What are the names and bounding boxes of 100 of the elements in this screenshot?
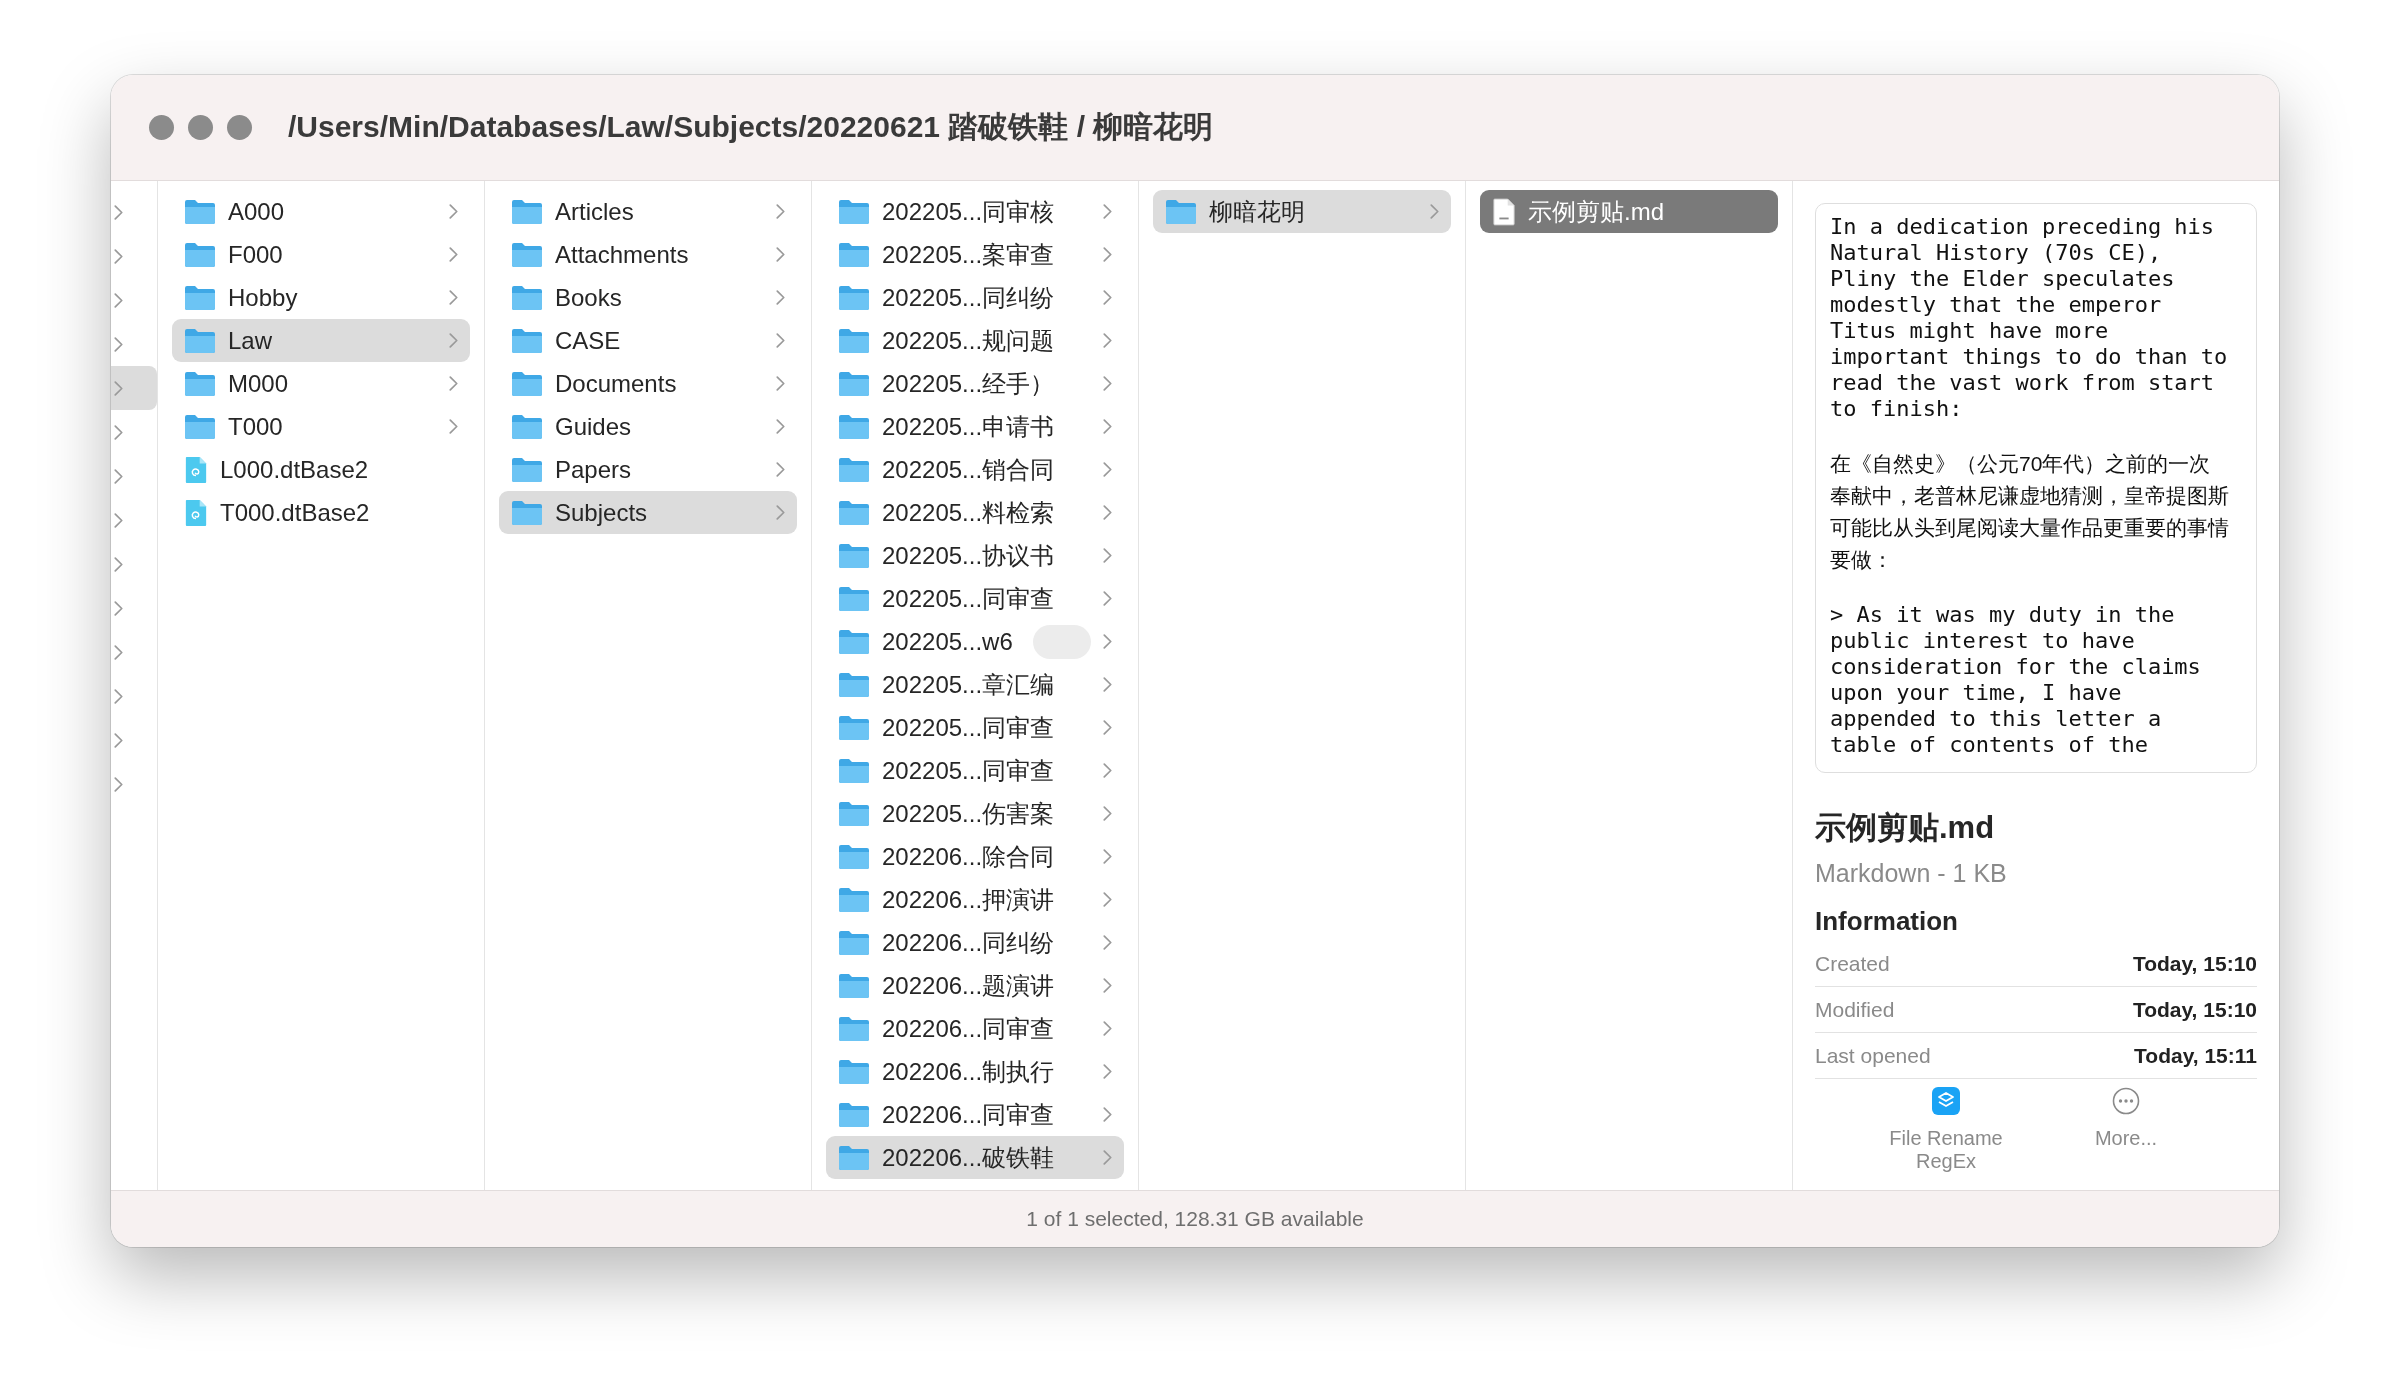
- chevron-icon: [114, 424, 123, 440]
- browser-row[interactable]: 202205...销合同: [826, 448, 1124, 491]
- browser-row[interactable]: 202205...申请书: [826, 405, 1124, 448]
- browser-row[interactable]: 202206...题演讲: [826, 964, 1124, 1007]
- chevron-icon: [1430, 204, 1439, 219]
- browser-row[interactable]: 202206...制执行: [826, 1050, 1124, 1093]
- folder-icon: [184, 413, 216, 440]
- browser-row[interactable]: CASE: [499, 319, 797, 362]
- browser-row[interactable]: 202205...经手）: [826, 362, 1124, 405]
- status-bar: 1 of 1 selected, 128.31 GB available: [111, 1190, 2279, 1247]
- browser-row[interactable]: 202205...协议书: [826, 534, 1124, 577]
- chevron-icon: [114, 512, 123, 528]
- chevron-icon: [1103, 806, 1112, 821]
- browser-row[interactable]: 202205...同审核: [826, 190, 1124, 233]
- browser-row[interactable]: 202205...w6: [826, 620, 1124, 663]
- chevron-icon: [1103, 419, 1112, 434]
- folder-icon: [838, 843, 870, 870]
- browser-row[interactable]: 202206...同审查: [826, 1007, 1124, 1050]
- chevron-icon: [449, 247, 458, 262]
- chevron-icon: [114, 776, 123, 792]
- chevron-icon: [1103, 935, 1112, 950]
- folder-icon: [838, 327, 870, 354]
- info-label: Last opened: [1815, 1043, 1931, 1068]
- browser-row[interactable]: 202205...案审查: [826, 233, 1124, 276]
- chevron-icon: [114, 732, 123, 748]
- window-title: /Users/Min/Databases/Law/Subjects/20220621 踏破铁鞋 / 柳暗花明: [288, 109, 1214, 145]
- folder-icon: [184, 198, 216, 225]
- folder-icon: [1165, 198, 1197, 225]
- browser-row[interactable]: 202205...规问题: [826, 319, 1124, 362]
- chevron-icon: [776, 419, 785, 434]
- folder-icon: [838, 972, 870, 999]
- chevron-icon: [1103, 849, 1112, 864]
- database-file-icon: [184, 498, 208, 527]
- browser-row[interactable]: 202206...同审查: [826, 1093, 1124, 1136]
- chevron-icon: [1103, 290, 1112, 305]
- preview-paragraph: 在《自然史》（公元70年代）之前的一次奉献中，老普林尼谦虚地猜测，皇帝提图斯可能比从头到尾阅读大量作品更重要的事情要做：: [1830, 451, 2229, 573]
- browser-row[interactable]: 202206...破铁鞋: [826, 1136, 1124, 1179]
- browser-row[interactable]: Papers: [499, 448, 797, 491]
- browser-row[interactable]: M000: [172, 362, 470, 405]
- browser-row[interactable]: 202205...同纠纷: [826, 276, 1124, 319]
- close-button[interactable]: [149, 115, 174, 140]
- file-name: 示例剪贴.md: [1815, 809, 1996, 847]
- info-value: Today, 15:11: [2134, 1043, 2257, 1068]
- folder-icon: [838, 1058, 870, 1085]
- folder-icon: [184, 241, 216, 268]
- browser-row[interactable]: Subjects: [499, 491, 797, 534]
- chevron-icon: [776, 376, 785, 391]
- folder-icon: [838, 1015, 870, 1042]
- browser-row[interactable]: 202206...押演讲: [826, 878, 1124, 921]
- browser-row[interactable]: T000: [172, 405, 470, 448]
- document-icon: [1492, 197, 1516, 226]
- info-value: Today, 15:10: [2132, 951, 2257, 976]
- browser-row[interactable]: 202205...同审查: [826, 706, 1124, 749]
- parent-row[interactable]: [111, 366, 157, 410]
- folder-icon: [184, 284, 216, 311]
- zoom-button[interactable]: [227, 115, 252, 140]
- browser-row[interactable]: 示例剪贴.md: [1480, 190, 1778, 233]
- chevron-icon: [776, 462, 785, 477]
- browser-row[interactable]: A000: [172, 190, 470, 233]
- folder-icon: [838, 456, 870, 483]
- minimize-button[interactable]: [188, 115, 213, 140]
- browser-row[interactable]: L000.dtBase2: [172, 448, 470, 491]
- browser-row[interactable]: Documents: [499, 362, 797, 405]
- chevron-icon: [114, 204, 123, 220]
- chevron-icon: [1103, 462, 1112, 477]
- browser-row[interactable]: T000.dtBase2: [172, 491, 470, 534]
- chevron-icon: [449, 376, 458, 391]
- chevron-icon: [1103, 1150, 1112, 1165]
- chevron-icon: [1103, 548, 1112, 563]
- browser-row[interactable]: Guides: [499, 405, 797, 448]
- chevron-icon: [449, 204, 458, 219]
- folder-icon: [838, 413, 870, 440]
- folder-icon: [838, 370, 870, 397]
- folder-icon: [511, 198, 543, 225]
- browser-row[interactable]: 202205...伤害案: [826, 792, 1124, 835]
- folder-icon: [838, 542, 870, 569]
- browser-row[interactable]: 柳暗花明: [1153, 190, 1451, 233]
- browser-row[interactable]: Hobby: [172, 276, 470, 319]
- browser-row[interactable]: F000: [172, 233, 470, 276]
- file-type: Markdown - 1 KB: [1815, 859, 2008, 888]
- chevron-icon: [114, 644, 123, 660]
- folder-icon: [511, 413, 543, 440]
- info-label: Modified: [1815, 997, 1895, 1022]
- browser-row[interactable]: 202206...同纠纷: [826, 921, 1124, 964]
- chevron-icon: [114, 292, 123, 308]
- browser-row[interactable]: 202205...同审查: [826, 577, 1124, 620]
- browser-row[interactable]: 202205...同审查: [826, 749, 1124, 792]
- browser-row[interactable]: Articles: [499, 190, 797, 233]
- browser-row[interactable]: 202205...章汇编: [826, 663, 1124, 706]
- browser-row[interactable]: Law: [172, 319, 470, 362]
- folder-icon: [838, 714, 870, 741]
- folder-icon: [838, 585, 870, 612]
- chevron-icon: [1103, 720, 1112, 735]
- chevron-icon: [114, 556, 123, 572]
- browser-row[interactable]: Books: [499, 276, 797, 319]
- browser-row[interactable]: Attachments: [499, 233, 797, 276]
- browser-row[interactable]: 202205...料检索: [826, 491, 1124, 534]
- folder-icon: [511, 499, 543, 526]
- folder-icon: [838, 499, 870, 526]
- browser-row[interactable]: 202206...除合同: [826, 835, 1124, 878]
